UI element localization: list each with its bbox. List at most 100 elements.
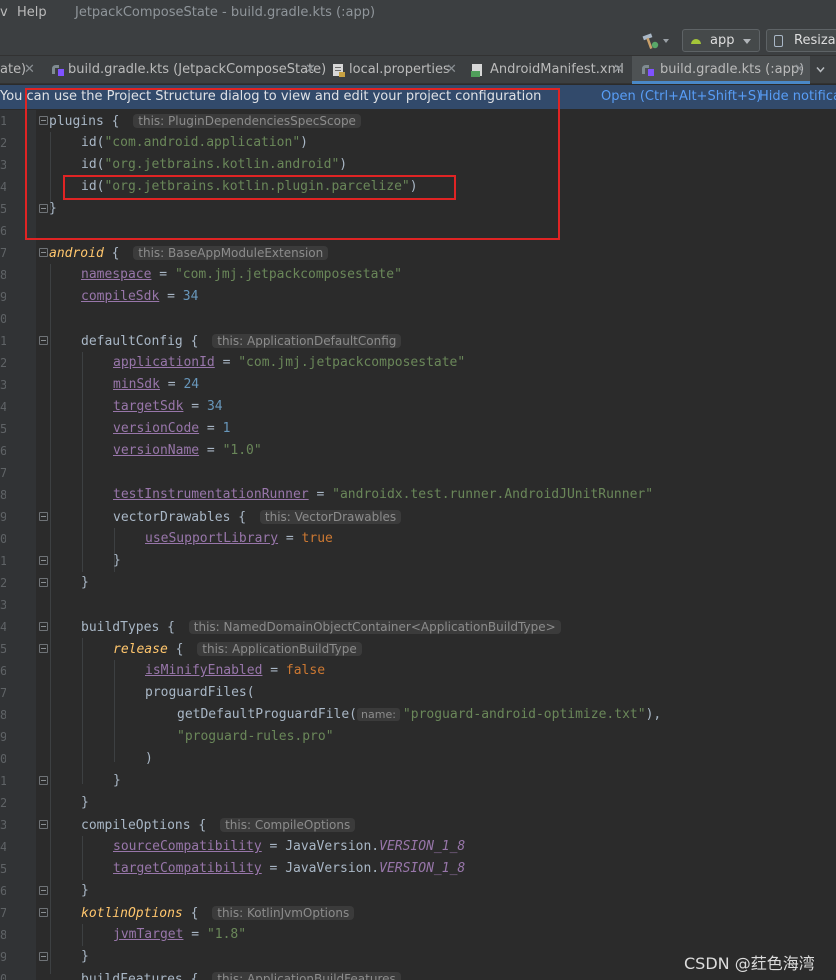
close-tab-icon[interactable]: ✕ bbox=[613, 56, 624, 84]
fold-toggle-icon[interactable] bbox=[39, 578, 48, 587]
line-number: 1 bbox=[0, 334, 6, 348]
string-literal: "com.jmj.jetpackcomposestate" bbox=[174, 267, 402, 282]
menu-view[interactable]: v bbox=[0, 0, 8, 26]
property-name: minSdk bbox=[113, 377, 160, 392]
line-number: 9 bbox=[0, 950, 6, 964]
boolean-literal: false bbox=[285, 663, 326, 678]
line-number: 8 bbox=[0, 488, 6, 502]
code-line: sourceCompatibility = JavaVersion.VERSIO… bbox=[113, 839, 466, 854]
fold-toggle-icon[interactable] bbox=[39, 886, 48, 895]
fold-toggle-icon[interactable] bbox=[39, 512, 48, 521]
code-line: ) bbox=[145, 751, 153, 766]
tab-label: local.properties bbox=[349, 62, 450, 77]
indent-guide bbox=[82, 638, 83, 784]
inlay-type-hint: this: CompileOptions bbox=[220, 818, 356, 832]
device-select[interactable]: Resizab bbox=[766, 29, 836, 52]
inlay-type-hint: this: BaseAppModuleExtension bbox=[133, 246, 329, 260]
property-name: isMinifyEnabled bbox=[145, 663, 263, 678]
line-number: 0 bbox=[0, 532, 6, 546]
class-reference: JavaVersion. bbox=[285, 839, 380, 854]
build-dropdown-caret-icon[interactable] bbox=[663, 39, 669, 43]
phone-icon bbox=[774, 35, 783, 47]
line-number: 1 bbox=[0, 114, 6, 128]
fold-toggle-icon[interactable] bbox=[39, 820, 48, 829]
code-line: proguardFiles( bbox=[145, 682, 255, 704]
block-name: defaultConfig bbox=[81, 334, 183, 349]
property-name: versionCode bbox=[113, 421, 200, 436]
fold-toggle-icon[interactable] bbox=[39, 248, 48, 257]
property-name: useSupportLibrary bbox=[145, 531, 279, 546]
line-number: 7 bbox=[0, 466, 6, 480]
line-number: 4 bbox=[0, 620, 6, 634]
code-line: versionCode = 1 bbox=[113, 421, 231, 436]
tab-project-gradle-partial[interactable]: ate) ✕ bbox=[0, 56, 46, 84]
code-editor[interactable]: 1 2 3 4 5 6 7 8 9 0 1 2 3 4 5 6 7 8 9 0 … bbox=[0, 110, 836, 980]
line-number: 9 bbox=[0, 290, 6, 304]
line-number: 8 bbox=[0, 708, 6, 722]
code-line: } bbox=[81, 795, 89, 810]
line-number: 9 bbox=[0, 510, 6, 524]
code-line: vectorDrawables { this: VectorDrawables bbox=[113, 506, 402, 528]
string-literal: "androidx.test.runner.AndroidJUnitRunner… bbox=[332, 487, 654, 502]
close-tab-icon[interactable]: ✕ bbox=[446, 56, 457, 84]
code-line: isMinifyEnabled = false bbox=[145, 663, 326, 678]
code-line: compileSdk = 34 bbox=[81, 289, 199, 304]
property-name: jvmTarget bbox=[113, 927, 184, 942]
line-number: 4 bbox=[0, 180, 6, 194]
block-name: buildTypes bbox=[81, 620, 160, 635]
indent-guide bbox=[114, 660, 115, 762]
code-line: android { this: BaseAppModuleExtension bbox=[49, 242, 329, 264]
hide-notification-link[interactable]: Hide notificat bbox=[759, 85, 836, 109]
number-literal: 24 bbox=[183, 377, 200, 392]
fold-toggle-icon[interactable] bbox=[39, 556, 48, 565]
code-line: } bbox=[81, 575, 89, 590]
build-hammer-icon[interactable] bbox=[641, 32, 659, 50]
tab-android-manifest[interactable]: AndroidManifest.xml ✕ bbox=[466, 56, 632, 84]
properties-file-icon bbox=[333, 64, 345, 77]
tab-local-properties[interactable]: local.properties ✕ bbox=[326, 56, 466, 84]
editor-tabs: ate) ✕ build.gradle.kts (JetpackComposeS… bbox=[0, 56, 836, 84]
fold-toggle-icon[interactable] bbox=[39, 776, 48, 785]
line-number: 2 bbox=[0, 136, 6, 150]
number-literal: 1 bbox=[222, 421, 231, 436]
close-tab-icon[interactable]: ✕ bbox=[24, 56, 35, 84]
line-number: 3 bbox=[0, 158, 6, 172]
code-line: } bbox=[113, 773, 121, 788]
code-line: } bbox=[81, 949, 89, 964]
gradle-kotlin-icon bbox=[52, 65, 64, 76]
open-project-structure-link[interactable]: Open (Ctrl+Alt+Shift+S) bbox=[601, 85, 761, 109]
tab-list-chevron-down-icon[interactable] bbox=[816, 65, 825, 74]
inlay-type-hint: this: ApplicationBuildFeatures bbox=[212, 972, 401, 980]
line-number: 3 bbox=[0, 378, 6, 392]
function-call: getDefaultProguardFile( bbox=[177, 707, 358, 722]
line-number: 5 bbox=[0, 862, 6, 876]
code-line: applicationId = "com.jmj.jetpackcomposes… bbox=[113, 355, 466, 370]
line-number: 0 bbox=[0, 312, 6, 326]
fold-toggle-icon[interactable] bbox=[39, 622, 48, 631]
code-line: "proguard-rules.pro" bbox=[177, 726, 334, 748]
chevron-down-icon bbox=[743, 39, 751, 44]
code-line: getDefaultProguardFile(name: "proguard-an… bbox=[177, 707, 662, 722]
inlay-parameter-hint: name: bbox=[357, 708, 400, 721]
close-tab-icon[interactable]: ✕ bbox=[305, 56, 316, 84]
menu-help[interactable]: Help bbox=[17, 0, 47, 26]
line-number: 2 bbox=[0, 576, 6, 590]
tab-build-gradle-project[interactable]: build.gradle.kts (JetpackComposeState) ✕ bbox=[46, 56, 326, 84]
close-tab-icon[interactable]: ✕ bbox=[794, 56, 805, 84]
device-label: Resizab bbox=[794, 33, 836, 48]
fold-toggle-icon[interactable] bbox=[39, 908, 48, 917]
tab-build-gradle-app[interactable]: build.gradle.kts (:app) ✕ bbox=[632, 56, 810, 84]
fold-toggle-icon[interactable] bbox=[39, 644, 48, 653]
run-configuration-select[interactable]: app bbox=[682, 29, 760, 52]
code-line: } bbox=[81, 883, 89, 898]
line-number: 0 bbox=[0, 752, 6, 766]
code-line: defaultConfig { this: ApplicationDefault… bbox=[81, 330, 402, 352]
fold-toggle-icon[interactable] bbox=[39, 336, 48, 345]
line-number: 8 bbox=[0, 928, 6, 942]
property-name: targetCompatibility bbox=[113, 861, 262, 876]
property-name: sourceCompatibility bbox=[113, 839, 262, 854]
fold-toggle-icon[interactable] bbox=[39, 952, 48, 961]
release-block: release bbox=[113, 642, 168, 657]
line-number: 1 bbox=[0, 774, 6, 788]
inlay-type-hint: this: ApplicationDefaultConfig bbox=[212, 334, 402, 348]
